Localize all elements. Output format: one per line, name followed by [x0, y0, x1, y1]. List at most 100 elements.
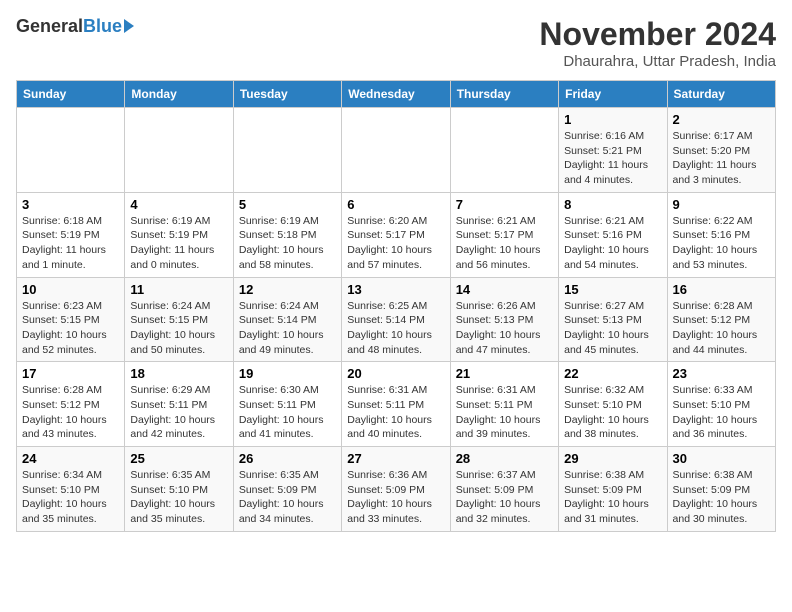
page-header: General Blue November 2024 Dhaurahra, Ut…: [16, 16, 776, 70]
day-info: Sunrise: 6:16 AM Sunset: 5:21 PM Dayligh…: [564, 129, 661, 188]
calendar-cell: 19 Sunrise: 6:30 AM Sunset: 5:11 PM Dayli…: [233, 362, 341, 447]
logo-arrow-icon: [124, 19, 134, 33]
day-number: 27: [347, 451, 444, 466]
day-number: 24: [22, 451, 119, 466]
day-number: 12: [239, 282, 336, 297]
calendar-cell: 11 Sunrise: 6:24 AM Sunset: 5:15 PM Dayli…: [125, 277, 233, 362]
header-tuesday: Tuesday: [233, 81, 341, 108]
calendar-cell: 28 Sunrise: 6:37 AM Sunset: 5:09 PM Dayli…: [450, 447, 558, 532]
day-info: Sunrise: 6:18 AM Sunset: 5:19 PM Dayligh…: [22, 214, 119, 273]
day-number: 3: [22, 197, 119, 212]
calendar-cell: 12 Sunrise: 6:24 AM Sunset: 5:14 PM Dayli…: [233, 277, 341, 362]
day-number: 7: [456, 197, 553, 212]
day-number: 5: [239, 197, 336, 212]
day-info: Sunrise: 6:26 AM Sunset: 5:13 PM Dayligh…: [456, 299, 553, 358]
calendar-cell: 1 Sunrise: 6:16 AM Sunset: 5:21 PM Daylig…: [559, 108, 667, 193]
day-number: 25: [130, 451, 227, 466]
calendar-cell: 9 Sunrise: 6:22 AM Sunset: 5:16 PM Daylig…: [667, 192, 775, 277]
week-row-1: 3 Sunrise: 6:18 AM Sunset: 5:19 PM Daylig…: [17, 192, 776, 277]
calendar-header-row: SundayMondayTuesdayWednesdayThursdayFrid…: [17, 81, 776, 108]
logo: General Blue: [16, 16, 134, 37]
calendar-cell: 25 Sunrise: 6:35 AM Sunset: 5:10 PM Dayli…: [125, 447, 233, 532]
calendar-cell: 21Sunrise: 6:31 AM Sunset: 5:11 PM Dayli…: [450, 362, 558, 447]
day-number: 10: [22, 282, 119, 297]
calendar-cell: 16 Sunrise: 6:28 AM Sunset: 5:12 PM Dayli…: [667, 277, 775, 362]
day-info: Sunrise: 6:17 AM Sunset: 5:20 PM Dayligh…: [673, 129, 770, 188]
calendar-cell: 23 Sunrise: 6:33 AM Sunset: 5:10 PM Dayli…: [667, 362, 775, 447]
calendar-cell: [125, 108, 233, 193]
header-wednesday: Wednesday: [342, 81, 450, 108]
calendar-cell: 27 Sunrise: 6:36 AM Sunset: 5:09 PM Dayli…: [342, 447, 450, 532]
day-info: Sunrise: 6:24 AM Sunset: 5:15 PM Dayligh…: [130, 299, 227, 358]
calendar-cell: 15 Sunrise: 6:27 AM Sunset: 5:13 PM Dayli…: [559, 277, 667, 362]
day-number: 17: [22, 366, 119, 381]
day-info: Sunrise: 6:27 AM Sunset: 5:13 PM Dayligh…: [564, 299, 661, 358]
day-info: Sunrise: 6:19 AM Sunset: 5:19 PM Dayligh…: [130, 214, 227, 273]
day-info: Sunrise: 6:30 AM Sunset: 5:11 PM Dayligh…: [239, 383, 336, 442]
day-info: Sunrise: 6:35 AM Sunset: 5:10 PM Dayligh…: [130, 468, 227, 527]
day-number: 14: [456, 282, 553, 297]
day-info: Sunrise: 6:24 AM Sunset: 5:14 PM Dayligh…: [239, 299, 336, 358]
day-info: Sunrise: 6:21 AM Sunset: 5:16 PM Dayligh…: [564, 214, 661, 273]
day-number: 2: [673, 112, 770, 127]
day-info: Sunrise: 6:28 AM Sunset: 5:12 PM Dayligh…: [22, 383, 119, 442]
day-info: Sunrise: 6:29 AM Sunset: 5:11 PM Dayligh…: [130, 383, 227, 442]
subtitle: Dhaurahra, Uttar Pradesh, India: [539, 53, 776, 70]
day-number: 30: [673, 451, 770, 466]
calendar-cell: 26Sunrise: 6:35 AM Sunset: 5:09 PM Dayli…: [233, 447, 341, 532]
day-number: 4: [130, 197, 227, 212]
day-number: 1: [564, 112, 661, 127]
calendar-cell: 5 Sunrise: 6:19 AM Sunset: 5:18 PM Daylig…: [233, 192, 341, 277]
day-info: Sunrise: 6:19 AM Sunset: 5:18 PM Dayligh…: [239, 214, 336, 273]
day-info: Sunrise: 6:25 AM Sunset: 5:14 PM Dayligh…: [347, 299, 444, 358]
header-monday: Monday: [125, 81, 233, 108]
calendar-cell: 22Sunrise: 6:32 AM Sunset: 5:10 PM Dayli…: [559, 362, 667, 447]
day-number: 13: [347, 282, 444, 297]
day-number: 8: [564, 197, 661, 212]
day-info: Sunrise: 6:38 AM Sunset: 5:09 PM Dayligh…: [673, 468, 770, 527]
logo-general: General: [16, 16, 83, 37]
day-number: 23: [673, 366, 770, 381]
day-info: Sunrise: 6:34 AM Sunset: 5:10 PM Dayligh…: [22, 468, 119, 527]
day-info: Sunrise: 6:31 AM Sunset: 5:11 PM Dayligh…: [456, 383, 553, 442]
day-number: 26: [239, 451, 336, 466]
calendar-cell: 13 Sunrise: 6:25 AM Sunset: 5:14 PM Dayli…: [342, 277, 450, 362]
calendar-cell: 7Sunrise: 6:21 AM Sunset: 5:17 PM Daylig…: [450, 192, 558, 277]
day-number: 6: [347, 197, 444, 212]
day-info: Sunrise: 6:28 AM Sunset: 5:12 PM Dayligh…: [673, 299, 770, 358]
calendar-cell: 6Sunrise: 6:20 AM Sunset: 5:17 PM Daylig…: [342, 192, 450, 277]
header-friday: Friday: [559, 81, 667, 108]
header-thursday: Thursday: [450, 81, 558, 108]
calendar-cell: 8 Sunrise: 6:21 AM Sunset: 5:16 PM Daylig…: [559, 192, 667, 277]
calendar-cell: 2 Sunrise: 6:17 AM Sunset: 5:20 PM Daylig…: [667, 108, 775, 193]
day-number: 20: [347, 366, 444, 381]
day-number: 28: [456, 451, 553, 466]
day-number: 15: [564, 282, 661, 297]
calendar-cell: [450, 108, 558, 193]
day-info: Sunrise: 6:36 AM Sunset: 5:09 PM Dayligh…: [347, 468, 444, 527]
calendar-cell: 30 Sunrise: 6:38 AM Sunset: 5:09 PM Dayli…: [667, 447, 775, 532]
calendar-cell: 4 Sunrise: 6:19 AM Sunset: 5:19 PM Daylig…: [125, 192, 233, 277]
day-number: 11: [130, 282, 227, 297]
day-info: Sunrise: 6:33 AM Sunset: 5:10 PM Dayligh…: [673, 383, 770, 442]
day-number: 16: [673, 282, 770, 297]
calendar-cell: [342, 108, 450, 193]
calendar-cell: 24 Sunrise: 6:34 AM Sunset: 5:10 PM Dayli…: [17, 447, 125, 532]
week-row-4: 24 Sunrise: 6:34 AM Sunset: 5:10 PM Dayli…: [17, 447, 776, 532]
day-info: Sunrise: 6:31 AM Sunset: 5:11 PM Dayligh…: [347, 383, 444, 442]
header-sunday: Sunday: [17, 81, 125, 108]
calendar-cell: [233, 108, 341, 193]
calendar-table: SundayMondayTuesdayWednesdayThursdayFrid…: [16, 80, 776, 532]
header-saturday: Saturday: [667, 81, 775, 108]
calendar-cell: 20 Sunrise: 6:31 AM Sunset: 5:11 PM Dayli…: [342, 362, 450, 447]
day-info: Sunrise: 6:37 AM Sunset: 5:09 PM Dayligh…: [456, 468, 553, 527]
day-info: Sunrise: 6:22 AM Sunset: 5:16 PM Dayligh…: [673, 214, 770, 273]
calendar-cell: 14 Sunrise: 6:26 AM Sunset: 5:13 PM Dayli…: [450, 277, 558, 362]
title-section: November 2024 Dhaurahra, Uttar Pradesh, …: [539, 16, 776, 70]
calendar-cell: 10 Sunrise: 6:23 AM Sunset: 5:15 PM Dayli…: [17, 277, 125, 362]
main-title: November 2024: [539, 16, 776, 53]
day-number: 9: [673, 197, 770, 212]
day-number: 18: [130, 366, 227, 381]
day-info: Sunrise: 6:23 AM Sunset: 5:15 PM Dayligh…: [22, 299, 119, 358]
day-number: 19: [239, 366, 336, 381]
